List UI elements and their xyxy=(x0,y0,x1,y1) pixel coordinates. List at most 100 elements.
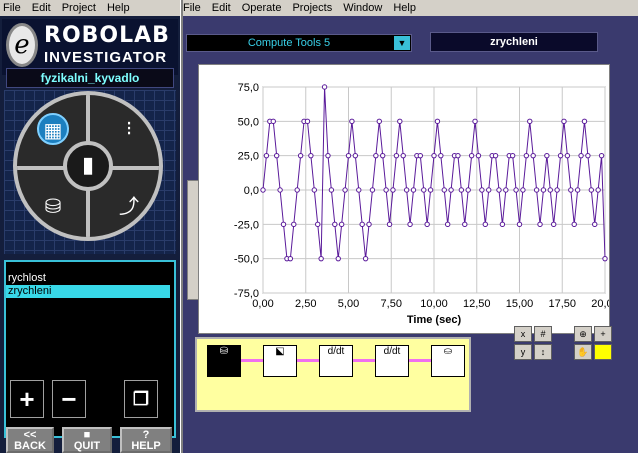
data-point xyxy=(475,152,482,159)
menu-file[interactable]: File xyxy=(183,2,201,14)
data-point xyxy=(547,187,553,193)
data-point xyxy=(578,152,584,159)
data-point xyxy=(499,221,506,228)
data-point xyxy=(431,152,437,159)
color-swatch[interactable] xyxy=(594,344,612,360)
data-point xyxy=(544,152,550,159)
menu-edit[interactable]: Edit xyxy=(212,2,231,14)
data-point xyxy=(373,152,379,159)
help-button[interactable]: ? HELP xyxy=(120,427,172,453)
x-tick-label: 2,50 xyxy=(295,298,316,310)
add-page-button[interactable]: + xyxy=(10,380,44,418)
compute-tools-select[interactable]: Compute Tools 5 ▼ xyxy=(186,34,412,52)
data-point xyxy=(602,255,608,262)
data-point xyxy=(468,152,475,159)
data-point xyxy=(328,187,335,193)
tool-wheel: ▦ ⁝ ⛁ ⤴ ▮ xyxy=(13,91,163,241)
data-point xyxy=(434,118,441,125)
data-point xyxy=(311,187,318,193)
data-point xyxy=(540,187,547,193)
data-cans-icon[interactable]: ⛁ xyxy=(37,191,69,223)
tool-xy-icon[interactable]: # xyxy=(534,326,552,342)
data-point xyxy=(554,187,560,193)
data-point xyxy=(356,187,362,193)
data-point xyxy=(503,187,509,193)
menu-file[interactable]: File xyxy=(3,2,21,14)
list-item-zrychleni[interactable]: zrychleni xyxy=(6,285,170,298)
data-point xyxy=(273,152,280,159)
logo-subtitle: INVESTIGATOR xyxy=(44,49,168,66)
data-point xyxy=(338,221,345,228)
list-item-rychlost[interactable]: rychlost xyxy=(6,272,170,285)
data-point xyxy=(551,221,557,228)
data-point xyxy=(315,221,321,228)
crosshair-icon[interactable]: + xyxy=(594,326,612,342)
export-icon[interactable]: ⤴ xyxy=(113,191,145,223)
data-point xyxy=(472,118,478,125)
tool-y-icon[interactable]: y xyxy=(514,344,532,360)
y-tick-label: -75,0 xyxy=(234,288,259,300)
x-tick-label: 17,50 xyxy=(548,298,576,310)
calculator-icon[interactable]: ▦ xyxy=(37,113,69,145)
data-point xyxy=(492,152,499,159)
data-point xyxy=(304,118,311,125)
data-point xyxy=(568,187,574,193)
menu-operate[interactable]: Operate xyxy=(242,2,282,14)
logo-title: ROBOLAB xyxy=(44,23,170,48)
x-axis-label: Time (sec) xyxy=(407,314,462,326)
data-point xyxy=(260,187,266,193)
back-button[interactable]: << BACK xyxy=(6,427,54,453)
menu-edit[interactable]: Edit xyxy=(32,2,51,14)
bucket-icon[interactable]: ⛀ xyxy=(431,345,465,377)
data-point xyxy=(441,187,447,193)
tool-x-icon[interactable]: x xyxy=(514,326,532,342)
data-point xyxy=(386,221,393,228)
graph-select-icon[interactable]: ⬕ xyxy=(263,345,297,377)
data-point xyxy=(287,255,294,262)
pane-separator[interactable] xyxy=(180,0,183,453)
data-point xyxy=(513,187,519,193)
derivative-block-1[interactable]: d/dt xyxy=(319,345,353,377)
data-point xyxy=(393,152,400,159)
y-tick-label: -50,0 xyxy=(234,254,259,266)
data-point xyxy=(585,152,591,159)
x-tick-label: 7,50 xyxy=(381,298,402,310)
menu-project[interactable]: Project xyxy=(62,2,96,14)
data-point xyxy=(462,221,468,228)
data-point xyxy=(465,187,471,193)
data-point xyxy=(366,221,372,228)
data-point xyxy=(458,187,465,193)
y-tick-label: 75,0 xyxy=(238,82,259,94)
x-tick-label: 5,00 xyxy=(338,298,359,310)
book-icon[interactable]: ▮ xyxy=(63,141,113,191)
zoom-icon[interactable]: ⊕ xyxy=(574,326,592,342)
data-point xyxy=(397,118,403,125)
menu-projects[interactable]: Projects xyxy=(292,2,332,14)
left-menubar: File Edit Project Help xyxy=(0,0,180,16)
tool-fit-icon[interactable]: ↕ xyxy=(534,344,552,360)
menu-window[interactable]: Window xyxy=(343,2,382,14)
hand-icon[interactable]: ✋ xyxy=(574,344,592,360)
left-panel: e ROBOLAB INVESTIGATOR fyzikalni_kyvadlo… xyxy=(0,16,180,453)
derivative-block-2[interactable]: d/dt xyxy=(375,345,409,377)
data-point xyxy=(369,187,376,193)
data-point xyxy=(270,118,276,125)
data-point xyxy=(598,152,605,159)
chart: 0,002,505,007,5010,0012,5015,0017,5020,0… xyxy=(198,64,610,334)
remove-page-button[interactable]: − xyxy=(52,380,86,418)
data-point xyxy=(335,255,341,262)
x-tick-label: 15,00 xyxy=(506,298,534,310)
menu-help[interactable]: Help xyxy=(107,2,130,14)
dropdown-arrow-icon[interactable]: ▼ xyxy=(394,36,410,50)
data-point xyxy=(592,221,598,228)
quit-button[interactable]: ■ QUIT xyxy=(62,427,112,453)
pages-icon[interactable]: ❐ xyxy=(124,380,158,418)
menu-help[interactable]: Help xyxy=(393,2,416,14)
y-tick-label: 50,0 xyxy=(238,116,259,128)
data-point xyxy=(421,187,427,193)
data-point xyxy=(444,221,451,228)
x-tick-label: 20,00 xyxy=(591,298,610,310)
cans-icon[interactable]: ⛁ xyxy=(207,345,241,377)
traffic-light-icon[interactable]: ⁝ xyxy=(113,113,145,145)
data-point xyxy=(479,187,485,193)
